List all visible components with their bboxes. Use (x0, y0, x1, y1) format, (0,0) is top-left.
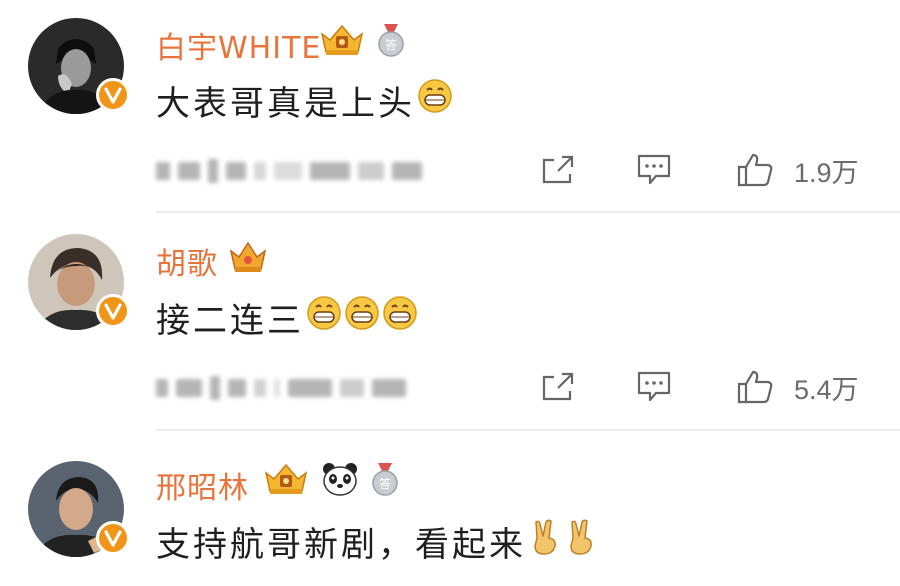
grin-emoji-icon (382, 295, 418, 340)
share-icon (542, 372, 574, 401)
comment-text-row: 大表哥真是上头 (156, 76, 453, 125)
victory-hand-emoji-icon (564, 518, 598, 565)
grin-emoji-icon (344, 295, 380, 340)
comment-icon (637, 154, 671, 185)
medal-badge-icon[interactable]: 答 (370, 461, 400, 501)
like-button[interactable]: 5.4万 (736, 367, 859, 407)
verified-v-icon (96, 521, 130, 555)
comment-item: 白宇WHITE 答 大表哥真是上头 1.9万 (0, 0, 900, 213)
verified-v-icon (96, 294, 130, 328)
username[interactable]: 胡歌 (156, 239, 218, 283)
svg-text:答: 答 (379, 476, 391, 491)
like-count: 1.9万 (794, 157, 859, 188)
crown-badge-icon[interactable] (318, 22, 366, 62)
victory-hand-emoji-icon (528, 518, 562, 565)
grin-emoji-icon (417, 78, 453, 123)
reply-button[interactable] (636, 150, 672, 190)
comment-text: 支持航哥新剧，看起来 (156, 525, 526, 565)
user-badges: 答 (318, 22, 406, 62)
comment-text-row: 接二连三 (156, 293, 418, 342)
thumbs-up-icon (737, 153, 773, 187)
medal-badge-icon[interactable]: 答 (376, 22, 406, 62)
comment-text: 接二连三 (156, 301, 304, 341)
comment-meta-blurred (156, 156, 496, 186)
like-count: 5.4万 (794, 374, 859, 405)
panda-badge-icon[interactable] (320, 461, 360, 501)
avatar[interactable] (28, 18, 130, 114)
crown-badge-icon[interactable] (228, 239, 268, 279)
comment-meta-blurred (156, 373, 496, 403)
share-button[interactable] (540, 367, 576, 407)
share-icon (542, 155, 574, 184)
comment-text-row: 支持航哥新剧，看起来 (156, 517, 598, 566)
reply-button[interactable] (636, 367, 672, 407)
username[interactable]: 邢昭林 (156, 463, 249, 507)
user-badges: 答 (262, 461, 400, 501)
comment-item: 邢昭林 答 支持航哥新剧，看起来 (0, 431, 900, 586)
username[interactable]: 白宇WHITE (156, 23, 321, 67)
crown-badge-icon[interactable] (262, 461, 310, 501)
svg-text:答: 答 (385, 37, 397, 52)
comment-text: 大表哥真是上头 (156, 84, 415, 124)
avatar[interactable] (28, 461, 130, 557)
verified-v-icon (96, 78, 130, 112)
grin-emoji-icon (306, 295, 342, 340)
share-button[interactable] (540, 150, 576, 190)
thumbs-up-icon (737, 370, 773, 404)
comment-icon (637, 371, 671, 402)
avatar[interactable] (28, 234, 130, 330)
user-badges (228, 239, 268, 279)
like-button[interactable]: 1.9万 (736, 150, 859, 190)
comment-feed: 白宇WHITE 答 大表哥真是上头 1.9万 胡歌 接二连三 5.4万 邢昭林 … (0, 0, 900, 586)
comment-item: 胡歌 接二连三 5.4万 (0, 213, 900, 431)
